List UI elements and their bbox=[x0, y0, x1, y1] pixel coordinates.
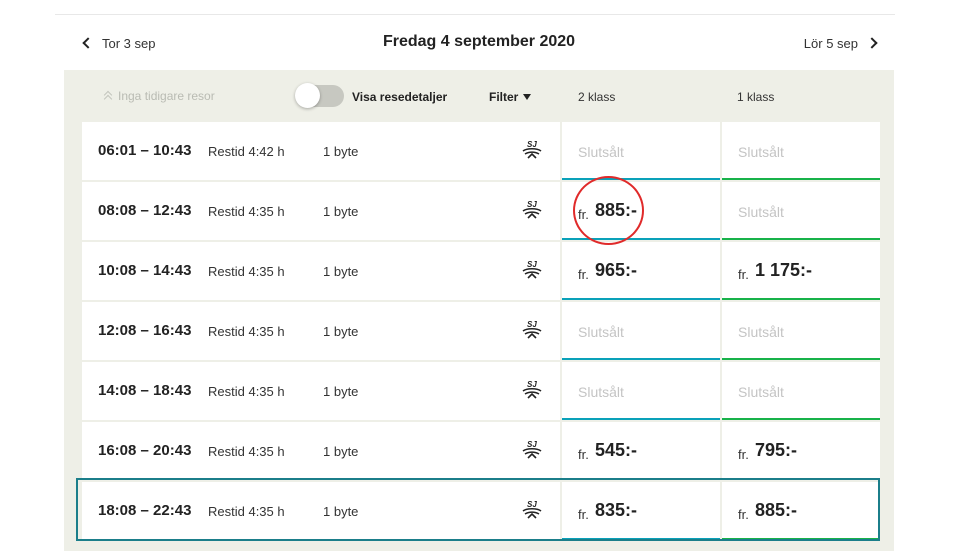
price-value: 965:- bbox=[595, 260, 638, 280]
sj-logo-icon: SJ bbox=[521, 380, 543, 402]
trip-details-toggle[interactable] bbox=[295, 83, 344, 108]
first-class-price-cell[interactable]: Slutsålt bbox=[722, 302, 880, 360]
earlier-trips-label: Inga tidigare resor bbox=[118, 89, 215, 103]
second-class-price-cell[interactable]: fr. 545:- bbox=[562, 422, 720, 480]
sold-out-label: Slutsålt bbox=[578, 144, 624, 160]
number-of-changes: 1 byte bbox=[323, 204, 359, 219]
sj-logo-icon: SJ bbox=[521, 440, 543, 462]
price-value: 545:- bbox=[595, 440, 638, 460]
sj-logo-icon: SJ bbox=[521, 500, 543, 522]
price-value: 885:- bbox=[595, 200, 638, 220]
price-prefix: fr. bbox=[578, 207, 589, 222]
trip-row[interactable]: 12:08 – 16:43 Restid 4:35 h 1 byte SJ Slutså… bbox=[82, 302, 880, 360]
chevron-right-icon bbox=[866, 37, 878, 49]
trip-details-toggle-label[interactable]: Visa resedetaljer bbox=[352, 90, 447, 104]
first-class-price-cell[interactable]: fr. 885:- bbox=[722, 482, 880, 540]
price-prefix: fr. bbox=[578, 507, 589, 522]
trip-row[interactable]: 08:08 – 12:43 Restid 4:35 h 1 byte SJ fr. 885… bbox=[82, 182, 880, 240]
first-class-price-cell[interactable]: Slutsålt bbox=[722, 362, 880, 420]
price-prefix: fr. bbox=[738, 267, 749, 282]
second-class-price-cell[interactable]: fr. 885:- bbox=[562, 182, 720, 240]
first-class-price-cell[interactable]: fr. 1 175:- bbox=[722, 242, 880, 300]
trip-info[interactable]: 16:08 – 20:43 Restid 4:35 h 1 byte SJ bbox=[82, 422, 560, 480]
second-class-price-cell[interactable]: fr. 965:- bbox=[562, 242, 720, 300]
price-prefix: fr. bbox=[578, 267, 589, 282]
caret-down-icon bbox=[523, 94, 532, 100]
double-chevron-up-icon bbox=[102, 90, 114, 102]
travel-duration: Restid 4:42 h bbox=[208, 144, 285, 159]
toggle-knob bbox=[295, 83, 320, 108]
price-value: 835:- bbox=[595, 500, 638, 520]
next-day-label: Lör 5 sep bbox=[803, 35, 858, 51]
travel-duration: Restid 4:35 h bbox=[208, 204, 285, 219]
filter-dropdown[interactable]: Filter bbox=[489, 90, 532, 104]
trip-row[interactable]: 18:08 – 22:43 Restid 4:35 h 1 byte SJ fr. 835… bbox=[82, 482, 880, 540]
sold-out-label: Slutsålt bbox=[578, 324, 624, 340]
departure-arrival-times: 14:08 – 18:43 bbox=[98, 382, 192, 399]
travel-duration: Restid 4:35 h bbox=[208, 384, 285, 399]
trip-info[interactable]: 12:08 – 16:43 Restid 4:35 h 1 byte SJ bbox=[82, 302, 560, 360]
second-class-price-cell[interactable]: Slutsålt bbox=[562, 122, 720, 180]
price-prefix: fr. bbox=[738, 447, 749, 462]
second-class-price-cell[interactable]: fr. 835:- bbox=[562, 482, 720, 540]
sold-out-label: Slutsålt bbox=[738, 204, 784, 220]
number-of-changes: 1 byte bbox=[323, 264, 359, 279]
sold-out-label: Slutsålt bbox=[578, 384, 624, 400]
trip-row[interactable]: 06:01 – 10:43 Restid 4:42 h 1 byte SJ Slutså… bbox=[82, 122, 880, 180]
departure-arrival-times: 12:08 – 16:43 bbox=[98, 322, 192, 339]
number-of-changes: 1 byte bbox=[323, 384, 359, 399]
number-of-changes: 1 byte bbox=[323, 144, 359, 159]
price-value: 795:- bbox=[755, 440, 798, 460]
trip-info[interactable]: 06:01 – 10:43 Restid 4:42 h 1 byte SJ bbox=[82, 122, 560, 180]
sold-out-label: Slutsålt bbox=[738, 324, 784, 340]
trip-list: 06:01 – 10:43 Restid 4:42 h 1 byte SJ Slutså… bbox=[82, 122, 880, 542]
trip-row[interactable]: 14:08 – 18:43 Restid 4:35 h 1 byte SJ Slutså… bbox=[82, 362, 880, 420]
first-class-header: 1 klass bbox=[737, 90, 775, 104]
sj-logo-icon: SJ bbox=[521, 260, 543, 282]
selected-date-title: Fredag 4 september 2020 bbox=[382, 33, 576, 50]
filter-bar: Inga tidigare resor Visa resedetaljer Fi… bbox=[64, 70, 894, 122]
number-of-changes: 1 byte bbox=[323, 444, 359, 459]
price-value: 885:- bbox=[755, 500, 798, 520]
first-class-price-cell[interactable]: Slutsålt bbox=[722, 122, 880, 180]
travel-duration: Restid 4:35 h bbox=[208, 504, 285, 519]
date-navigation: Tor 3 sep Fredag 4 september 2020 Lör 5 … bbox=[64, 28, 894, 58]
trip-row[interactable]: 16:08 – 20:43 Restid 4:35 h 1 byte SJ fr. 545… bbox=[82, 422, 880, 480]
sj-logo-icon: SJ bbox=[521, 140, 543, 162]
trip-info[interactable]: 18:08 – 22:43 Restid 4:35 h 1 byte SJ bbox=[82, 482, 560, 540]
second-class-price-cell[interactable]: Slutsålt bbox=[562, 302, 720, 360]
departure-arrival-times: 08:08 – 12:43 bbox=[98, 202, 192, 219]
sold-out-label: Slutsålt bbox=[738, 144, 784, 160]
second-class-header: 2 klass bbox=[578, 90, 616, 104]
next-day-link[interactable]: Lör 5 sep bbox=[804, 28, 880, 58]
first-class-price-cell[interactable]: fr. 795:- bbox=[722, 422, 880, 480]
results-panel: Inga tidigare resor Visa resedetaljer Fi… bbox=[64, 70, 894, 551]
price-value: 1 175:- bbox=[755, 260, 813, 280]
departure-arrival-times: 06:01 – 10:43 bbox=[98, 142, 192, 159]
departure-arrival-times: 18:08 – 22:43 bbox=[98, 502, 192, 519]
sold-out-label: Slutsålt bbox=[738, 384, 784, 400]
filter-label: Filter bbox=[489, 90, 519, 104]
earlier-trips-button[interactable]: Inga tidigare resor bbox=[102, 89, 215, 103]
travel-duration: Restid 4:35 h bbox=[208, 444, 285, 459]
first-class-price-cell[interactable]: Slutsålt bbox=[722, 182, 880, 240]
sj-logo-icon: SJ bbox=[521, 320, 543, 342]
top-divider bbox=[55, 14, 895, 15]
price-prefix: fr. bbox=[578, 447, 589, 462]
trip-info[interactable]: 08:08 – 12:43 Restid 4:35 h 1 byte SJ bbox=[82, 182, 560, 240]
price-prefix: fr. bbox=[738, 507, 749, 522]
number-of-changes: 1 byte bbox=[323, 504, 359, 519]
sj-logo-icon: SJ bbox=[521, 200, 543, 222]
number-of-changes: 1 byte bbox=[323, 324, 359, 339]
departure-arrival-times: 16:08 – 20:43 bbox=[98, 442, 192, 459]
trip-info[interactable]: 10:08 – 14:43 Restid 4:35 h 1 byte SJ bbox=[82, 242, 560, 300]
second-class-price-cell[interactable]: Slutsålt bbox=[562, 362, 720, 420]
trip-row[interactable]: 10:08 – 14:43 Restid 4:35 h 1 byte SJ fr. 965… bbox=[82, 242, 880, 300]
travel-duration: Restid 4:35 h bbox=[208, 264, 285, 279]
travel-duration: Restid 4:35 h bbox=[208, 324, 285, 339]
trip-info[interactable]: 14:08 – 18:43 Restid 4:35 h 1 byte SJ bbox=[82, 362, 560, 420]
departure-arrival-times: 10:08 – 14:43 bbox=[98, 262, 192, 279]
